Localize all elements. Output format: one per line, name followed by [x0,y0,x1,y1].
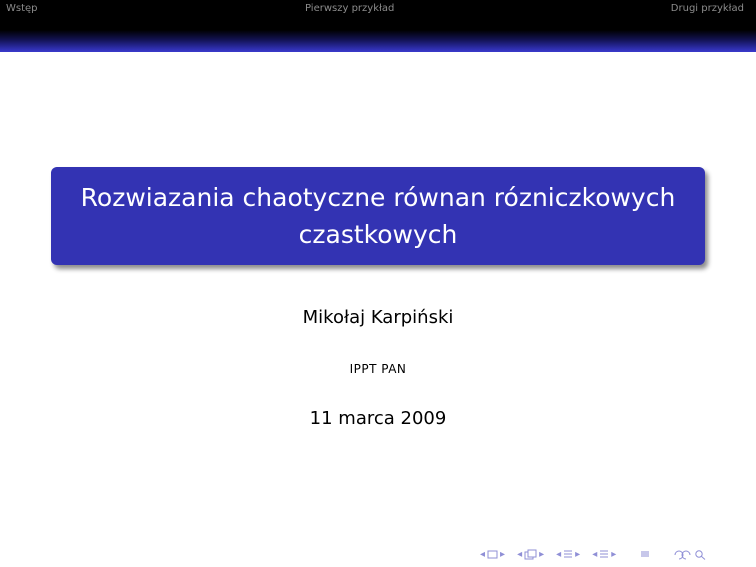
nav-left-arrow-icon[interactable]: ◂ [556,549,561,560]
back-forward-search-icon[interactable] [674,549,708,560]
presentation-date: 11 marca 2009 [309,408,447,429]
nav-section-wstep[interactable]: Wstęp [6,3,38,14]
frame-icon[interactable] [487,550,498,559]
nav-left-arrow-icon[interactable]: ◂ [592,549,597,560]
title-box: Rozwiazania chaotyczne równan rózniczkow… [51,167,705,265]
nav-right-arrow-icon[interactable]: ▸ [539,549,544,560]
align-icon[interactable] [640,549,650,559]
nav-left-arrow-icon[interactable]: ◂ [480,549,485,560]
presentation-title: Rozwiazania chaotyczne równan rózniczkow… [80,183,676,249]
section-icon[interactable] [563,549,573,559]
nav-right-arrow-icon[interactable]: ▸ [575,549,580,560]
nav-left-arrow-icon[interactable]: ◂ [517,549,522,560]
nav-section-drugi-przyklad[interactable]: Drugi przykład [671,3,744,14]
nav-section-pierwszy-przyklad[interactable]: Pierwszy przykład [305,3,394,14]
header-gradient [0,30,756,52]
author-name: Mikołaj Karpiński [302,307,454,328]
beamer-navigation-symbols: ◂ ▸ ◂ ▸ ◂ ▸ ◂ ▸ [480,546,708,562]
nav-right-arrow-icon[interactable]: ▸ [500,549,505,560]
section-icon[interactable] [599,549,609,559]
institute: IPPT PAN [349,362,407,376]
header-bar: Wstęp Pierwszy przykład Drugi przykład [0,0,756,30]
nav-right-arrow-icon[interactable]: ▸ [611,549,616,560]
subsection-icon[interactable] [524,549,537,560]
